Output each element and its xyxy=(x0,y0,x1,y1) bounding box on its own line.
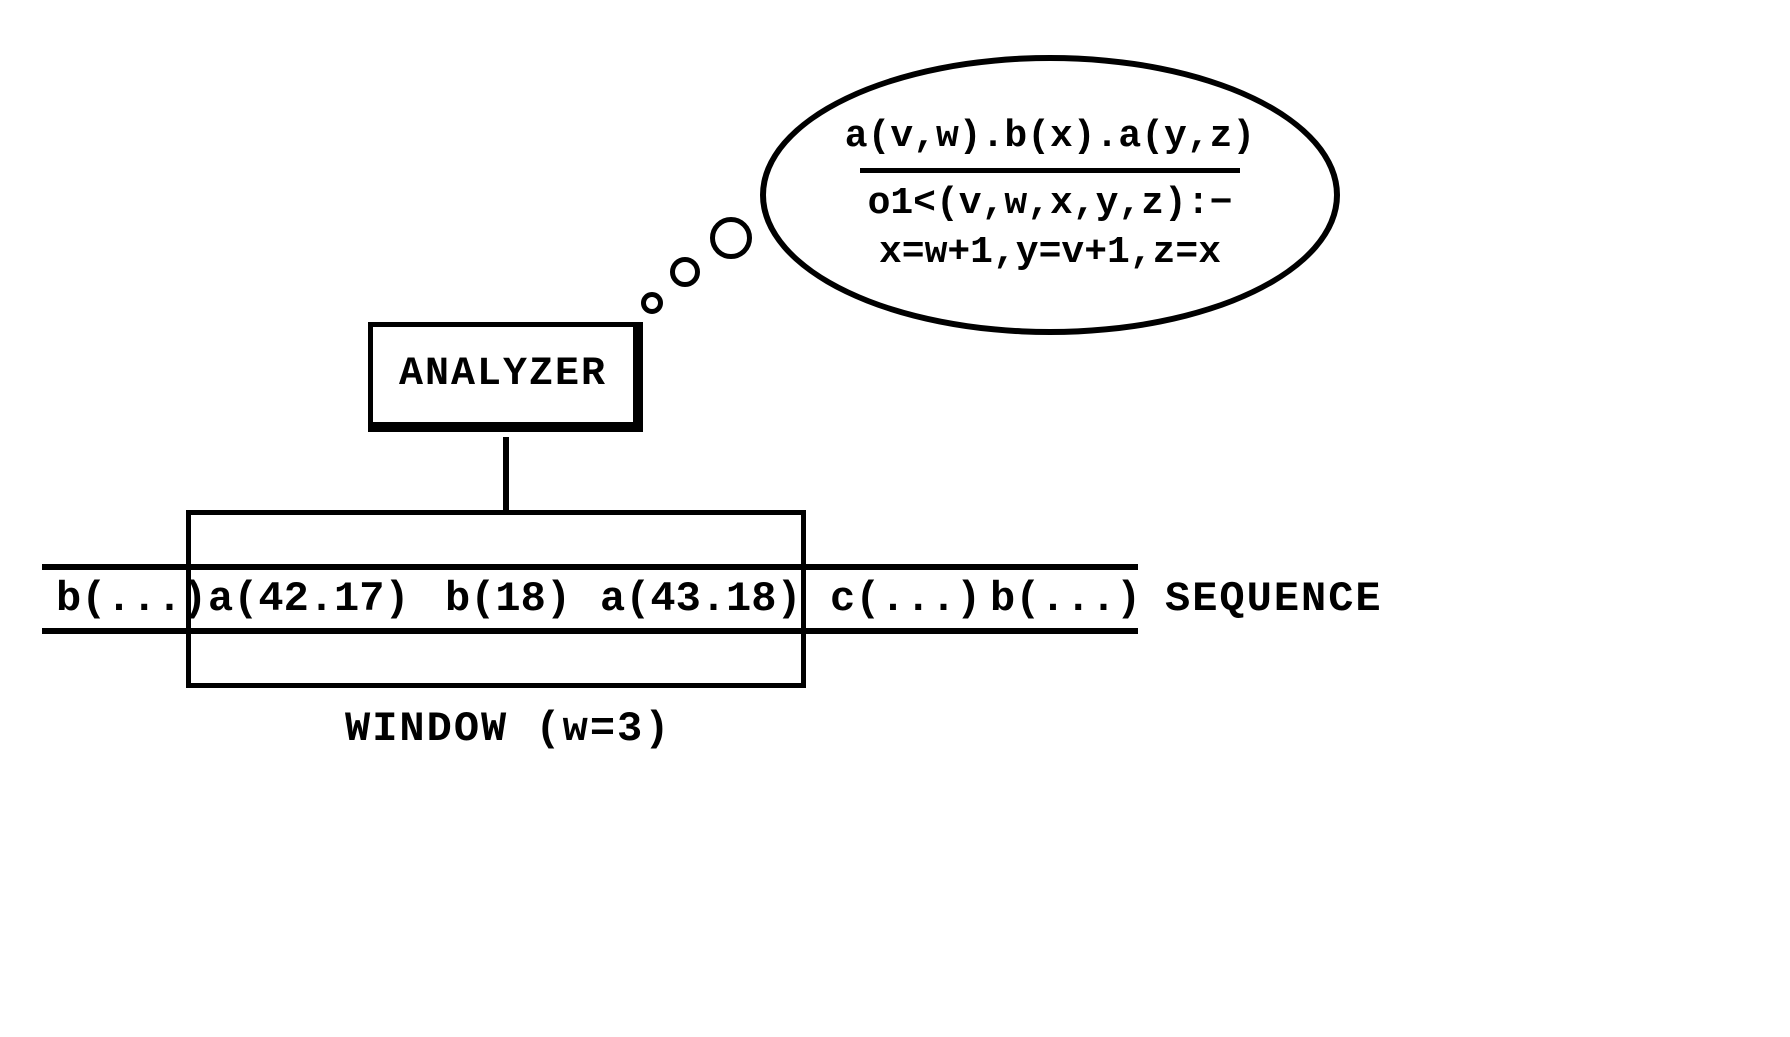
thought-dot-3 xyxy=(710,217,752,259)
window-label: WINDOW (w=3) xyxy=(345,705,671,753)
thought-bubble: a(v,w).b(x).a(y,z) o1<(v,w,x,y,z):− x=w+… xyxy=(760,55,1340,335)
thought-denom-1: o1<(v,w,x,y,z):− xyxy=(868,179,1233,228)
seq-item-before: b(...) xyxy=(56,575,207,623)
seq-item-in-3: a(43.18) xyxy=(600,575,802,623)
thought-dot-2 xyxy=(670,257,700,287)
analyzer-label: ANALYZER xyxy=(399,352,607,397)
seq-item-in-2: b(18) xyxy=(445,575,571,623)
fraction-line xyxy=(860,168,1240,173)
seq-item-after-2: b(...) xyxy=(990,575,1141,623)
thought-numerator: a(v,w).b(x).a(y,z) xyxy=(845,112,1255,161)
thought-dot-1 xyxy=(641,292,663,314)
analyzer-box: ANALYZER xyxy=(368,322,643,432)
analyzer-connector-line xyxy=(503,437,509,511)
seq-item-after-1: c(...) xyxy=(830,575,981,623)
seq-item-in-1: a(42.17) xyxy=(208,575,410,623)
thought-denom-2: x=w+1,y=v+1,z=x xyxy=(879,228,1221,277)
sequence-label: SEQUENCE xyxy=(1165,575,1383,623)
